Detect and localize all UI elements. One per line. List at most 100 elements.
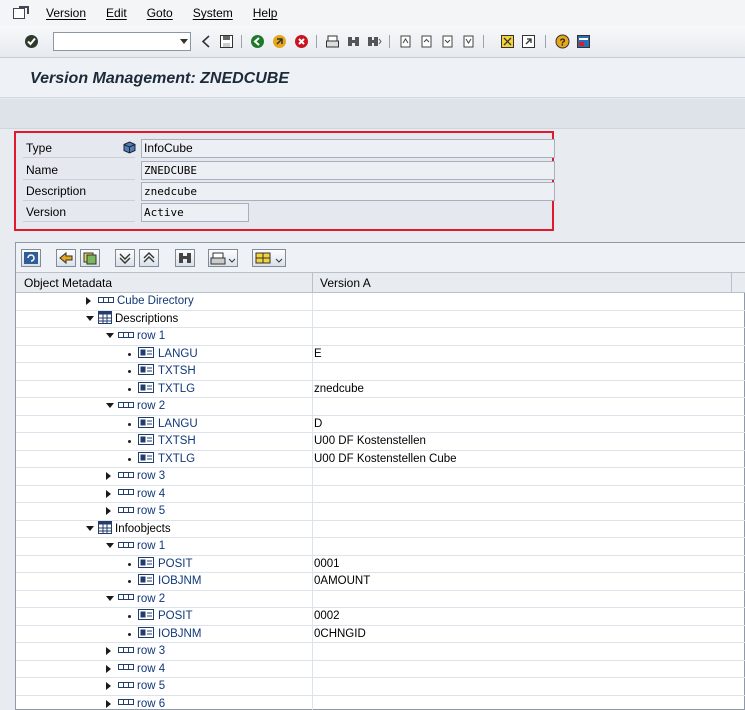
- tree-node[interactable]: TXTLG: [138, 381, 195, 398]
- tree-node[interactable]: row 4: [118, 661, 165, 678]
- tree-node[interactable]: POSIT: [138, 608, 193, 625]
- tree-row[interactable]: TXTSH U00 DF Kostenstellen: [16, 433, 745, 451]
- find-button[interactable]: [175, 249, 195, 267]
- menu-version[interactable]: Version: [46, 6, 86, 20]
- expanded-node-icon[interactable]: [106, 543, 114, 548]
- collapsed-node-icon[interactable]: [106, 472, 111, 480]
- create-session-icon[interactable]: [500, 34, 515, 49]
- tree-row[interactable]: IOBJNM 0AMOUNT: [16, 573, 745, 591]
- tree-node[interactable]: IOBJNM: [138, 573, 201, 590]
- tree-node[interactable]: row 5: [118, 678, 165, 695]
- tree-row[interactable]: TXTLG znedcube: [16, 380, 745, 399]
- tree-row[interactable]: row 5: [16, 503, 745, 521]
- tree-row[interactable]: TXTSH: [16, 363, 745, 381]
- collapsed-node-icon[interactable]: [106, 507, 111, 515]
- tree-row[interactable]: row 2: [16, 398, 745, 416]
- tree-node[interactable]: row 3: [118, 468, 165, 485]
- menu-system[interactable]: System: [193, 6, 233, 20]
- tree-row[interactable]: row 1: [16, 538, 745, 556]
- tree-node[interactable]: IOBJNM: [138, 626, 201, 643]
- chevron-down-icon[interactable]: [180, 39, 188, 44]
- collapsed-node-icon[interactable]: [86, 297, 91, 305]
- save-icon[interactable]: [219, 34, 234, 49]
- collapse-all-button[interactable]: [139, 249, 159, 267]
- collapsed-node-icon[interactable]: [106, 682, 111, 690]
- tree-node[interactable]: row 4: [118, 486, 165, 503]
- column-object-metadata[interactable]: Object Metadata: [24, 276, 112, 290]
- tree-rows: Cube Directory Descriptions row 1 LANGU E TXT…: [16, 293, 745, 710]
- help-icon[interactable]: ?: [555, 34, 570, 49]
- expanded-node-icon[interactable]: [106, 403, 114, 408]
- command-field[interactable]: [53, 32, 191, 51]
- cancel-red-icon[interactable]: [294, 34, 309, 49]
- tree-node[interactable]: POSIT: [138, 556, 193, 573]
- back-arrow-icon[interactable]: [199, 34, 214, 49]
- collapsed-node-icon[interactable]: [106, 699, 111, 708]
- tree-node[interactable]: LANGU: [138, 346, 198, 363]
- tree-row[interactable]: row 4: [16, 485, 745, 504]
- find-next-icon[interactable]: [367, 34, 382, 49]
- last-page-icon[interactable]: [461, 34, 476, 49]
- tree-row[interactable]: row 4: [16, 660, 745, 679]
- field-icon: [138, 364, 154, 376]
- column-version-a[interactable]: Version A: [320, 276, 371, 290]
- menu-edit[interactable]: Edit: [106, 6, 127, 20]
- expanded-node-icon[interactable]: [86, 315, 94, 321]
- menu-help[interactable]: Help: [253, 6, 278, 20]
- next-page-icon[interactable]: [440, 34, 455, 49]
- expanded-node-icon[interactable]: [106, 595, 114, 601]
- first-page-icon[interactable]: [398, 34, 413, 49]
- tree-node[interactable]: row 2: [118, 591, 165, 608]
- tree-row[interactable]: row 6: [16, 695, 745, 710]
- tree-node[interactable]: Infoobjects: [98, 520, 171, 538]
- print-icon[interactable]: [325, 34, 340, 49]
- tree-node[interactable]: TXTSH: [138, 433, 196, 450]
- copy-button[interactable]: [80, 249, 100, 267]
- tree-row[interactable]: row 1: [16, 328, 745, 346]
- tree-row[interactable]: Infoobjects: [16, 520, 745, 539]
- tree-row[interactable]: IOBJNM 0CHNGID: [16, 625, 745, 644]
- print-button[interactable]: [208, 249, 238, 267]
- tree-node[interactable]: row 5: [118, 503, 165, 520]
- shortcut-icon[interactable]: [521, 34, 536, 49]
- tree-row[interactable]: Descriptions: [16, 310, 745, 329]
- exit-yellow-icon[interactable]: [272, 34, 287, 49]
- collapsed-node-icon[interactable]: [106, 647, 111, 655]
- layout-button[interactable]: [252, 249, 286, 267]
- tree-node[interactable]: LANGU: [138, 416, 198, 433]
- collapse-button[interactable]: [56, 249, 76, 267]
- tree-row[interactable]: LANGU D: [16, 415, 745, 434]
- tree-node[interactable]: TXTSH: [138, 363, 196, 380]
- expanded-node-icon[interactable]: [86, 525, 94, 531]
- tree-node[interactable]: row 2: [118, 398, 165, 415]
- tree-node[interactable]: row 1: [118, 538, 165, 555]
- collapsed-node-icon[interactable]: [106, 664, 111, 673]
- tree-node[interactable]: Descriptions: [98, 310, 178, 328]
- tree-row[interactable]: row 5: [16, 678, 745, 696]
- back-green-icon[interactable]: [250, 34, 265, 49]
- tree-row[interactable]: POSIT 0002: [16, 608, 745, 626]
- tree-row[interactable]: row 2: [16, 590, 745, 609]
- previous-page-icon[interactable]: [419, 34, 434, 49]
- tree-node[interactable]: row 6: [118, 696, 165, 710]
- tree-node[interactable]: row 1: [118, 328, 165, 345]
- refresh-button[interactable]: [21, 249, 41, 267]
- expanded-node-icon[interactable]: [106, 333, 114, 338]
- tree-row[interactable]: POSIT 0001: [16, 555, 745, 574]
- tree-node[interactable]: row 3: [118, 643, 165, 660]
- enter-checkmark-icon[interactable]: [24, 34, 39, 49]
- layout-menu-icon[interactable]: [576, 34, 591, 49]
- tree-row[interactable]: LANGU E: [16, 345, 745, 364]
- structure-row-icon: [118, 594, 134, 601]
- collapsed-node-icon[interactable]: [106, 489, 111, 498]
- tree-row[interactable]: Cube Directory: [16, 293, 745, 311]
- tree-row[interactable]: row 3: [16, 643, 745, 661]
- tree-node[interactable]: Cube Directory: [98, 293, 194, 310]
- tree-node[interactable]: TXTLG: [138, 451, 195, 468]
- expand-all-button[interactable]: [115, 249, 135, 267]
- tree-row[interactable]: TXTLG U00 DF Kostenstellen Cube: [16, 450, 745, 469]
- find-icon[interactable]: [346, 34, 361, 49]
- menu-exit-icon[interactable]: [12, 6, 28, 20]
- menu-goto[interactable]: Goto: [147, 6, 173, 20]
- tree-row[interactable]: row 3: [16, 468, 745, 486]
